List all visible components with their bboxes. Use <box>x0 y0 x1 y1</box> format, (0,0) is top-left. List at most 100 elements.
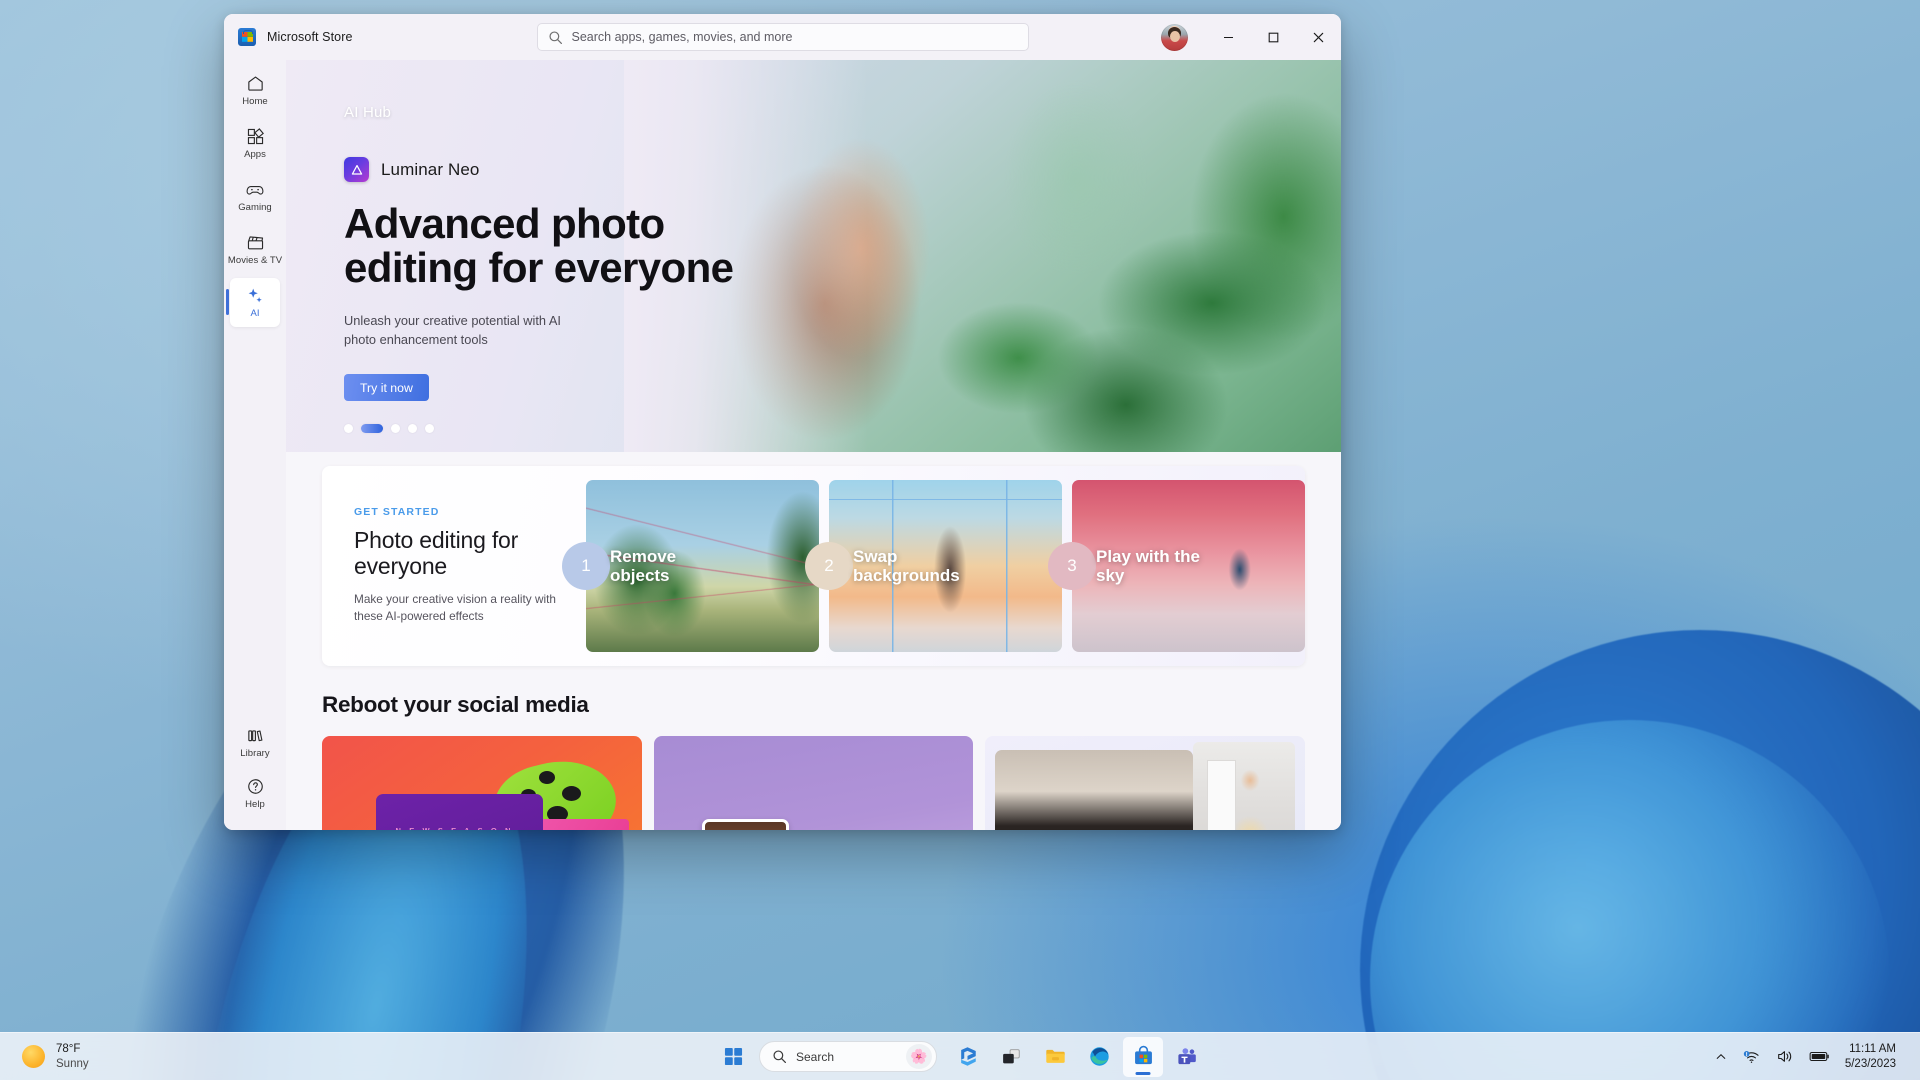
social-card-portrait-edit[interactable] <box>653 736 974 830</box>
wifi-icon[interactable] <box>1736 1040 1767 1074</box>
search-placeholder: Search apps, games, movies, and more <box>571 30 793 44</box>
luminar-neo-logo <box>344 157 369 182</box>
avatar[interactable] <box>1161 23 1188 51</box>
social-card-new-season-look[interactable]: N E W S E A S O N LOOK <box>322 736 642 830</box>
desktop-wallpaper: Microsoft Store Search apps, games, movi… <box>0 0 1920 1080</box>
sidebar-item-label: Apps <box>244 149 266 160</box>
minimize-button[interactable] <box>1206 14 1251 60</box>
social-card-video-call[interactable] <box>985 736 1306 830</box>
weather-temperature: 78°F <box>56 1043 81 1056</box>
step-label: Swap backgrounds <box>853 546 960 585</box>
weather-widget[interactable]: 78°F Sunny <box>0 1042 89 1071</box>
new-season-eyebrow: N E W S E A S O N <box>396 826 514 830</box>
sidebar-item-home[interactable]: Home <box>230 66 280 115</box>
carousel-dot[interactable] <box>408 424 417 434</box>
window-titlebar: Microsoft Store Search apps, games, movi… <box>224 14 1341 60</box>
microsoft-store-window: Microsoft Store Search apps, games, movi… <box>224 14 1341 830</box>
sidebar-item-label: Gaming <box>238 202 272 213</box>
sidebar-item-apps[interactable]: Apps <box>230 119 280 168</box>
task-view-icon[interactable] <box>991 1037 1031 1077</box>
get-started-text: GET STARTED Photo editing for everyone M… <box>354 506 586 625</box>
microsoft-store-icon[interactable] <box>1123 1036 1163 1077</box>
battery-icon[interactable] <box>1803 1040 1836 1074</box>
start-button[interactable] <box>713 1037 753 1077</box>
sidebar-bottom-group: Library Help <box>224 716 286 830</box>
clock[interactable]: 11:11 AM 5/23/2023 <box>1839 1042 1904 1071</box>
step-number-badge: 3 <box>1048 542 1096 590</box>
carousel-dot[interactable] <box>391 424 400 434</box>
sidebar-item-label: Movies & TV <box>227 255 283 266</box>
step-label: Play with the sky <box>1096 546 1200 585</box>
taskbar-search-input[interactable]: Search 🌸 <box>759 1041 937 1072</box>
sidebar-item-label: AI <box>250 308 260 319</box>
microsoft-teams-icon[interactable] <box>1167 1037 1207 1077</box>
hero-title: Advanced photo editing for everyone <box>344 200 734 292</box>
file-explorer-icon[interactable] <box>1035 1037 1075 1077</box>
weather-text: 78°F Sunny <box>56 1042 89 1071</box>
microsoft-edge-icon[interactable] <box>1079 1037 1119 1077</box>
video-side-feed <box>1193 742 1296 830</box>
sidebar-item-movies-tv[interactable]: Movies & TV <box>227 225 283 274</box>
library-books-icon <box>246 726 265 745</box>
sun-icon <box>22 1045 45 1068</box>
sidebar-item-gaming[interactable]: Gaming <box>230 172 280 221</box>
step-card-remove-objects[interactable]: 1 Remove objects <box>562 480 819 652</box>
step-label: Remove objects <box>610 546 677 585</box>
section-title: Reboot your social media <box>322 692 589 717</box>
sidebar-item-label: Library <box>240 748 270 759</box>
lotus-flower-icon[interactable]: 🌸 <box>906 1044 932 1069</box>
store-content: AI Hub Luminar Neo Advanced photo editin… <box>286 60 1341 830</box>
window-body: Home Apps Gaming Movies & TV AI Library … <box>224 60 1341 830</box>
system-tray: 11:11 AM 5/23/2023 <box>1709 1040 1920 1074</box>
get-started-panel: GET STARTED Photo editing for everyone M… <box>322 466 1305 666</box>
clapperboard-icon <box>246 233 265 252</box>
step-card-play-with-the-sky[interactable]: 3 Play with the sky <box>1048 480 1305 652</box>
maximize-button[interactable] <box>1251 14 1296 60</box>
carousel-dot[interactable] <box>344 424 353 434</box>
ai-sparkle-icon <box>245 286 265 305</box>
taskbar-center-group: Search 🌸 <box>713 1036 1207 1077</box>
app-title: Microsoft Store <box>267 30 353 44</box>
close-button[interactable] <box>1296 14 1341 60</box>
microsoft-365-icon[interactable] <box>947 1037 987 1077</box>
sidebar-item-ai[interactable]: AI <box>226 278 280 327</box>
carousel-dot-active[interactable] <box>361 424 383 434</box>
microsoft-store-icon <box>238 28 256 46</box>
sidebar-item-label: Home <box>242 96 268 107</box>
reboot-card-row: N E W S E A S O N LOOK <box>322 736 1306 830</box>
get-started-title: Photo editing for everyone <box>354 527 519 580</box>
black-spot <box>561 785 581 801</box>
home-icon <box>246 74 265 93</box>
help-question-icon <box>246 777 265 796</box>
step-card-swap-backgrounds[interactable]: 2 Swap backgrounds <box>805 480 1062 652</box>
hero-brand-name: Luminar Neo <box>381 159 480 179</box>
hero-subtitle: Unleash your creative potential with AI … <box>344 313 561 347</box>
titlebar-controls <box>1161 14 1341 60</box>
clock-time: 11:11 AM <box>1849 1042 1896 1055</box>
gaming-controller-icon <box>245 180 265 199</box>
try-it-now-button[interactable]: Try it now <box>344 374 429 402</box>
navigation-sidebar: Home Apps Gaming Movies & TV AI Library … <box>224 60 286 830</box>
get-started-eyebrow: GET STARTED <box>354 506 440 519</box>
carousel-dot[interactable] <box>425 424 434 434</box>
step-number-badge: 1 <box>562 542 610 590</box>
get-started-steps: 1 Remove objects 2 Swap backgrounds 3 Pl… <box>562 466 1305 666</box>
portrait-thumbnail <box>701 819 789 830</box>
search-icon <box>773 1050 787 1064</box>
taskbar-search-label: Search <box>796 1049 835 1064</box>
carousel-dots <box>344 424 1341 434</box>
hero-banner[interactable]: AI Hub Luminar Neo Advanced photo editin… <box>286 60 1341 452</box>
apps-icon <box>246 127 265 146</box>
video-main-feed <box>994 750 1194 830</box>
windows-start-icon <box>724 1047 742 1066</box>
hero-eyebrow: AI Hub <box>344 104 392 121</box>
sidebar-item-help[interactable]: Help <box>230 769 280 818</box>
step-number-badge: 2 <box>805 542 853 590</box>
chevron-up-icon[interactable] <box>1709 1040 1733 1074</box>
speaker-icon[interactable] <box>1770 1040 1800 1074</box>
search-input[interactable]: Search apps, games, movies, and more <box>536 23 1029 51</box>
sidebar-item-library[interactable]: Library <box>230 718 280 767</box>
clock-date: 5/23/2023 <box>1844 1057 1896 1070</box>
windows-taskbar: 78°F Sunny Search 🌸 11:11 AM 5/23/2023 <box>0 1032 1920 1080</box>
